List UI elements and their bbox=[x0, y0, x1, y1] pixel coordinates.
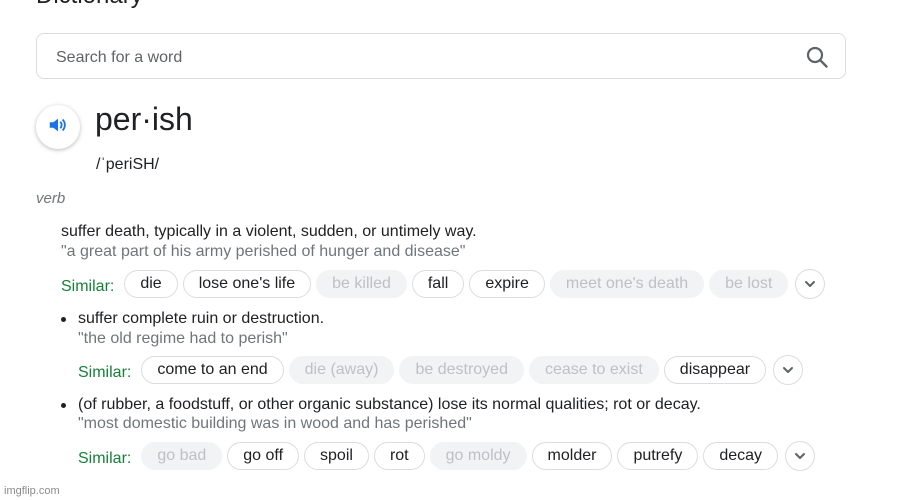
similar-chip: cease to exist bbox=[528, 356, 659, 384]
speaker-icon bbox=[47, 114, 69, 141]
similar-label: Similar: bbox=[61, 277, 115, 295]
search-box[interactable] bbox=[36, 33, 846, 79]
similar-chip[interactable]: expire bbox=[469, 270, 545, 298]
similar-chip: go moldy bbox=[429, 442, 527, 470]
definition-text: (of rubber, a foodstuff, or other organi… bbox=[78, 396, 701, 413]
similar-chip[interactable]: go off bbox=[227, 442, 300, 470]
expand-similar-button[interactable] bbox=[785, 441, 816, 471]
similar-chip[interactable]: putrefy bbox=[617, 442, 699, 470]
similar-chip: be destroyed bbox=[399, 356, 524, 384]
phonetic-spelling: /ˈperiSH/ bbox=[96, 156, 160, 173]
expand-similar-button[interactable] bbox=[795, 269, 826, 299]
pronunciation-button[interactable] bbox=[36, 105, 80, 149]
dictionary-page: Dictionary per·ish /ˈperiSH/ verb suffer… bbox=[0, 0, 919, 500]
definition-example: "a great part of his army perished of hu… bbox=[61, 243, 466, 260]
definition-example: "most domestic building was in wood and … bbox=[78, 415, 472, 432]
similar-label: Similar: bbox=[78, 363, 132, 381]
expand-similar-button[interactable] bbox=[773, 355, 804, 385]
bullet bbox=[61, 403, 66, 408]
similar-chip: go bad bbox=[141, 442, 223, 470]
definition-text: suffer death, typically in a violent, su… bbox=[61, 223, 477, 240]
part-of-speech: verb bbox=[36, 190, 66, 207]
dictionary-title: Dictionary bbox=[36, 0, 143, 10]
similar-chip[interactable]: spoil bbox=[304, 442, 369, 470]
search-input[interactable] bbox=[54, 46, 798, 70]
chevron-down-icon bbox=[783, 367, 794, 373]
similar-chip[interactable]: come to an end bbox=[141, 356, 284, 384]
similar-chip: be killed bbox=[316, 270, 407, 298]
similar-chip[interactable]: fall bbox=[411, 270, 465, 298]
similar-chip[interactable]: decay bbox=[703, 442, 779, 470]
watermark: imgflip.com bbox=[4, 485, 60, 497]
similar-chip[interactable]: die bbox=[124, 270, 178, 298]
chevron-down-icon bbox=[795, 453, 806, 459]
similar-chip: die (away) bbox=[288, 356, 395, 384]
definition-text: suffer complete ruin or destruction. bbox=[78, 310, 325, 327]
similar-label: Similar: bbox=[78, 449, 132, 467]
similar-chip: meet one's death bbox=[549, 270, 705, 298]
similar-row: Similar: die lose one's life be killed f… bbox=[61, 269, 826, 299]
search-icon[interactable] bbox=[805, 45, 829, 69]
similar-chip[interactable]: molder bbox=[531, 442, 613, 470]
similar-chip[interactable]: disappear bbox=[663, 356, 767, 384]
similar-row: Similar: come to an end die (away) be de… bbox=[78, 355, 804, 385]
definition-example: "the old regime had to perish" bbox=[78, 330, 288, 347]
similar-chip: be lost bbox=[709, 270, 789, 298]
similar-row: Similar: go bad go off spoil rot go mold… bbox=[78, 441, 816, 471]
similar-chip[interactable]: rot bbox=[373, 442, 425, 470]
chevron-down-icon bbox=[805, 281, 816, 287]
similar-chip[interactable]: lose one's life bbox=[182, 270, 312, 298]
bullet bbox=[61, 317, 66, 322]
headword: per·ish bbox=[95, 101, 193, 137]
